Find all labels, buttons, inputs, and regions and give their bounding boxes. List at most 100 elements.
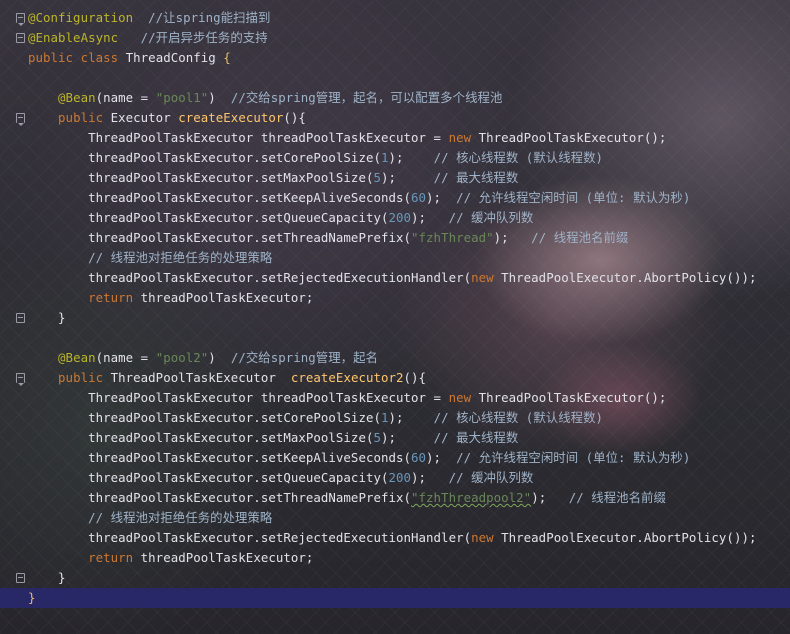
code-text: ); <box>388 150 404 165</box>
code-text: ); <box>380 430 397 445</box>
comment: // 核心线程数 (默认线程数) <box>403 410 604 425</box>
code-text: threadPoolTaskExecutor; <box>133 290 314 305</box>
annotation: @Bean <box>58 350 96 365</box>
comment: // 核心线程数 (默认线程数) <box>403 150 604 165</box>
code-line-28: return threadPoolTaskExecutor; <box>28 548 790 568</box>
string-literal: "fzhThreadpool2" <box>411 490 532 505</box>
code-line-16: } <box>28 308 790 328</box>
annotation: @Bean <box>58 90 96 105</box>
fold-close-icon[interactable] <box>16 573 25 583</box>
code-text: threadPoolTaskExecutor.setRejectedExecut… <box>88 530 472 545</box>
keyword: new <box>471 270 494 285</box>
fold-close-icon[interactable] <box>16 313 25 323</box>
code-line-30: } <box>28 588 790 608</box>
keyword: new <box>448 130 472 145</box>
code-text: ThreadPoolExecutor.AbortPolicy()); <box>493 530 757 545</box>
code-line-20: ThreadPoolTaskExecutor threadPoolTaskExe… <box>28 388 790 408</box>
number-literal: 5 <box>373 430 381 445</box>
code-editor[interactable]: @Configuration //让spring能扫描到 @EnableAsyn… <box>0 0 790 634</box>
code-text: ThreadPoolExecutor.AbortPolicy()); <box>493 270 757 285</box>
code-line-9: threadPoolTaskExecutor.setMaxPoolSize(5)… <box>28 168 790 188</box>
code-text: ); <box>411 470 427 485</box>
code-line-25: threadPoolTaskExecutor.setThreadNamePref… <box>28 488 790 508</box>
code-text: ); <box>411 210 427 225</box>
fold-open-icon[interactable] <box>16 113 25 126</box>
code-text: threadPoolTaskExecutor.setCorePoolSize( <box>88 410 381 425</box>
code-line-14: threadPoolTaskExecutor.setRejectedExecut… <box>28 268 790 288</box>
comment: // 最大线程数 <box>396 170 519 185</box>
brace: { <box>223 50 231 65</box>
code-line-11: threadPoolTaskExecutor.setQueueCapacity(… <box>28 208 790 228</box>
code-text: ); <box>388 410 404 425</box>
comment: // 允许线程空闲时间 (单位: 默认为秒) <box>441 190 691 205</box>
code-line-26: // 线程池对拒绝任务的处理策略 <box>28 508 790 528</box>
brace: } <box>28 590 36 605</box>
code-line-19: public ThreadPoolTaskExecutor createExec… <box>28 368 790 388</box>
keyword: return <box>88 290 134 305</box>
comment: // 线程池对拒绝任务的处理策略 <box>88 250 273 265</box>
code-line-21: threadPoolTaskExecutor.setCorePoolSize(1… <box>28 408 790 428</box>
keyword: new <box>471 530 494 545</box>
annotation: @Configuration <box>28 10 134 25</box>
code-line-1: @Configuration //让spring能扫描到 <box>28 8 790 28</box>
code-line-8: threadPoolTaskExecutor.setCorePoolSize(1… <box>28 148 790 168</box>
string-literal: "pool2" <box>155 350 209 365</box>
code-area[interactable]: @Configuration //让spring能扫描到 @EnableAsyn… <box>28 8 790 608</box>
code-text: ); <box>426 450 442 465</box>
brace: } <box>58 570 66 585</box>
code-line-12: threadPoolTaskExecutor.setThreadNamePref… <box>28 228 790 248</box>
code-text: threadPoolTaskExecutor.setKeepAliveSecon… <box>88 450 412 465</box>
comment: // 缓冲队列数 <box>426 210 534 225</box>
number-literal: 60 <box>411 450 427 465</box>
code-line-29: } <box>28 568 790 588</box>
comment: //开启异步任务的支持 <box>118 30 268 45</box>
annotation: @EnableAsync <box>28 30 119 45</box>
code-text: threadPoolTaskExecutor.setQueueCapacity( <box>88 210 389 225</box>
code-text: ); <box>380 170 397 185</box>
comment: // 线程池对拒绝任务的处理策略 <box>88 510 273 525</box>
comment: // 线程池名前缀 <box>508 230 629 245</box>
code-text: ThreadPoolTaskExecutor(); <box>471 130 667 145</box>
type-name: ThreadPoolTaskExecutor <box>110 370 276 385</box>
brace: } <box>58 310 66 325</box>
fold-open-icon[interactable] <box>16 13 25 26</box>
class-name: ThreadConfig <box>125 50 216 65</box>
keyword: public <box>28 50 74 65</box>
code-line-18: @Bean(name = "pool2") //交给spring管理，起名 <box>28 348 790 368</box>
code-line-5: @Bean(name = "pool1") //交给spring管理，起名，可以… <box>28 88 790 108</box>
keyword: class <box>80 50 119 65</box>
fold-open-icon[interactable] <box>16 373 25 386</box>
code-text: (name = <box>95 90 156 105</box>
code-text: ); <box>531 490 547 505</box>
method-name: createExecutor <box>178 110 284 125</box>
code-line-10: threadPoolTaskExecutor.setKeepAliveSecon… <box>28 188 790 208</box>
code-text: threadPoolTaskExecutor.setCorePoolSize( <box>88 150 381 165</box>
comment: // 缓冲队列数 <box>426 470 534 485</box>
keyword: return <box>88 550 134 565</box>
code-text: ) <box>208 90 216 105</box>
keyword: public <box>58 370 104 385</box>
string-literal: "pool1" <box>155 90 209 105</box>
comment: // 线程池名前缀 <box>546 490 666 505</box>
code-line-22: threadPoolTaskExecutor.setMaxPoolSize(5)… <box>28 428 790 448</box>
code-text: ); <box>493 230 509 245</box>
number-literal: 1 <box>380 150 389 165</box>
code-line-13: // 线程池对拒绝任务的处理策略 <box>28 248 790 268</box>
code-text: threadPoolTaskExecutor.setMaxPoolSize( <box>88 430 374 445</box>
type-name: Executor <box>110 110 171 125</box>
code-line-2: @EnableAsync //开启异步任务的支持 <box>28 28 790 48</box>
comment: //交给spring管理，起名 <box>215 350 378 365</box>
code-text: threadPoolTaskExecutor; <box>133 550 314 565</box>
string-literal: "fzhThread" <box>411 230 494 245</box>
code-text: ) <box>208 350 216 365</box>
code-text: ); <box>426 190 442 205</box>
code-text: threadPoolTaskExecutor.setThreadNamePref… <box>88 490 412 505</box>
code-text: threadPoolTaskExecutor.setMaxPoolSize( <box>88 170 374 185</box>
keyword: new <box>448 390 472 405</box>
code-text: ThreadPoolTaskExecutor(); <box>471 390 667 405</box>
fold-close-icon[interactable] <box>16 33 25 43</box>
code-text: (){ <box>283 110 306 125</box>
method-name: createExecutor2 <box>290 370 404 385</box>
